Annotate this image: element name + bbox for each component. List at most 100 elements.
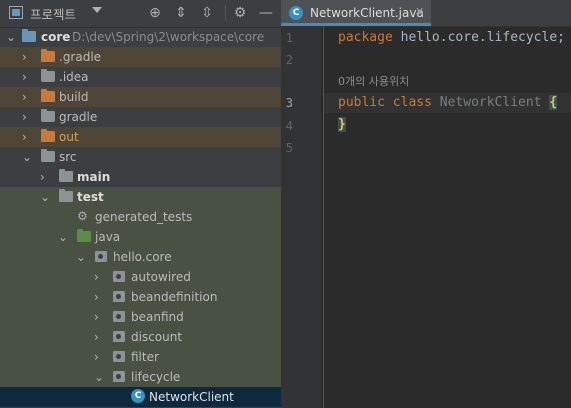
- package-icon: [113, 271, 125, 282]
- chevron-right-icon[interactable]: ›: [22, 50, 32, 64]
- tree-item-networkclient[interactable]: C NetworkClient: [0, 387, 281, 407]
- tree-item-out[interactable]: › out: [0, 127, 281, 147]
- chevron-right-icon[interactable]: ›: [94, 310, 104, 324]
- tree-item-java[interactable]: ⌄ java: [0, 227, 281, 247]
- chevron-right-icon[interactable]: ›: [94, 330, 104, 344]
- project-view-title[interactable]: 프로젝트: [30, 4, 76, 23]
- class-name: NetworkClient: [439, 95, 542, 110]
- tree-item-gradle-dir[interactable]: › .gradle: [0, 47, 281, 67]
- excluded-folder-icon: [41, 129, 55, 142]
- close-icon[interactable]: ✕: [415, 5, 424, 18]
- code-editor[interactable]: C NetworkClient.java ✕ 1 2 3 4 5 package…: [281, 0, 571, 408]
- tree-item-idea[interactable]: › .idea: [0, 67, 281, 87]
- line-number: 2: [285, 53, 293, 67]
- tree-item-generated-tests[interactable]: ⚙ generated_tests: [0, 207, 281, 227]
- tree-item-filter[interactable]: › filter: [0, 347, 281, 367]
- tree-root-core[interactable]: ⌄ core D:\dev\Spring\2\workspace\core: [0, 27, 281, 47]
- chevron-right-icon[interactable]: ›: [94, 350, 104, 364]
- module-folder-icon: [22, 29, 36, 42]
- folder-icon: [59, 189, 73, 202]
- tab-networkclient-java[interactable]: C NetworkClient.java ✕: [281, 0, 431, 26]
- keyword-public: public: [338, 95, 385, 110]
- tree-item-hello-core[interactable]: ⌄ hello.core: [0, 247, 281, 267]
- chevron-down-icon[interactable]: ⌄: [58, 230, 68, 244]
- tree-item-label: out: [59, 130, 79, 144]
- package-icon: [113, 311, 125, 322]
- tree-item-label: build: [59, 90, 89, 104]
- tree-item-src[interactable]: ⌄ src: [0, 147, 281, 167]
- chevron-right-icon[interactable]: ›: [22, 70, 32, 84]
- chevron-down-icon[interactable]: ⌄: [6, 30, 16, 44]
- hide-panel-icon[interactable]: —: [258, 5, 274, 21]
- tree-item-label: beandefinition: [131, 290, 218, 304]
- close-brace: }: [338, 117, 346, 132]
- class-icon: C: [131, 389, 145, 403]
- test-root-folder-icon: [77, 229, 91, 242]
- code-line-3[interactable]: public class NetworkClient {: [338, 95, 558, 110]
- tree-root-label: core: [41, 30, 71, 44]
- usage-hint[interactable]: 0개의 사용위치: [338, 73, 409, 89]
- tree-item-label: NetworkClient: [149, 390, 234, 404]
- tree-item-label: src: [59, 150, 77, 164]
- toolbar-divider: [225, 5, 226, 21]
- tree-item-label: test: [77, 190, 104, 204]
- editor-tab-bar: C NetworkClient.java ✕: [281, 0, 571, 27]
- chevron-down-icon[interactable]: ⌄: [22, 150, 32, 164]
- chevron-down-icon[interactable]: ⌄: [94, 370, 104, 384]
- tree-item-label: generated_tests: [95, 210, 193, 224]
- excluded-folder-icon: [41, 89, 55, 102]
- folder-icon: [41, 69, 55, 82]
- tree-item-beandefinition[interactable]: › beandefinition: [0, 287, 281, 307]
- chevron-down-icon[interactable]: ⌄: [40, 190, 50, 204]
- tree-item-label: hello.core: [113, 250, 172, 264]
- project-panel: 프로젝트 ⊕ ⇕ ⇳ ⚙ — ⌄ core D:\dev\Spring\2\wo…: [0, 0, 281, 408]
- excluded-folder-icon: [41, 49, 55, 62]
- tree-item-build[interactable]: › build: [0, 87, 281, 107]
- chevron-right-icon[interactable]: ›: [22, 130, 32, 144]
- tree-item-main[interactable]: › main: [0, 167, 281, 187]
- line-number: 4: [285, 119, 293, 133]
- package-name: hello.core.lifecycle;: [392, 30, 565, 45]
- folder-icon: [41, 109, 55, 122]
- gear-icon[interactable]: ⚙: [232, 5, 248, 21]
- tree-item-discount[interactable]: › discount: [0, 327, 281, 347]
- line-number: 5: [285, 141, 293, 155]
- class-icon: C: [289, 6, 303, 20]
- tree-item-label: filter: [131, 350, 159, 364]
- chevron-right-icon[interactable]: ›: [22, 90, 32, 104]
- tree-item-test[interactable]: ⌄ test: [0, 187, 281, 207]
- tree-item-label: discount: [131, 330, 183, 344]
- tree-item-lifecycle[interactable]: ⌄ lifecycle: [0, 367, 281, 387]
- line-number-current: 3: [285, 96, 293, 110]
- tree-item-label: java: [95, 230, 121, 244]
- tree-item-gradle[interactable]: › gradle: [0, 107, 281, 127]
- folder-icon: [41, 149, 55, 162]
- chevron-right-icon[interactable]: ›: [22, 110, 32, 124]
- package-icon: [113, 331, 125, 342]
- project-toolbar: 프로젝트 ⊕ ⇕ ⇳ ⚙ —: [0, 0, 281, 28]
- tree-item-autowired[interactable]: › autowired: [0, 267, 281, 287]
- chevron-right-icon[interactable]: ›: [40, 170, 50, 184]
- project-view-icon[interactable]: [9, 6, 23, 19]
- folder-icon: [59, 169, 73, 182]
- code-line-1[interactable]: package hello.core.lifecycle;: [338, 30, 565, 45]
- line-number: 1: [285, 31, 293, 45]
- code-line-4[interactable]: }: [338, 117, 346, 132]
- expand-all-icon[interactable]: ⇕: [173, 5, 189, 21]
- open-brace: {: [549, 95, 558, 110]
- tree-item-beanfind[interactable]: › beanfind: [0, 307, 281, 327]
- chevron-down-icon[interactable]: [92, 7, 102, 13]
- generated-sources-icon: ⚙: [77, 209, 88, 223]
- gutter-divider: [323, 27, 324, 408]
- tree-item-label: .gradle: [59, 50, 102, 64]
- line-gutter: 1 2 3 4 5: [281, 27, 321, 408]
- package-icon: [95, 251, 107, 262]
- collapse-all-icon[interactable]: ⇳: [199, 5, 215, 21]
- tree-item-label: autowired: [131, 270, 191, 284]
- chevron-right-icon[interactable]: ›: [94, 290, 104, 304]
- chevron-down-icon[interactable]: ⌄: [76, 250, 86, 264]
- keyword-class: class: [392, 95, 432, 110]
- keyword-package: package: [338, 30, 393, 45]
- locate-file-icon[interactable]: ⊕: [147, 5, 163, 21]
- chevron-right-icon[interactable]: ›: [94, 270, 104, 284]
